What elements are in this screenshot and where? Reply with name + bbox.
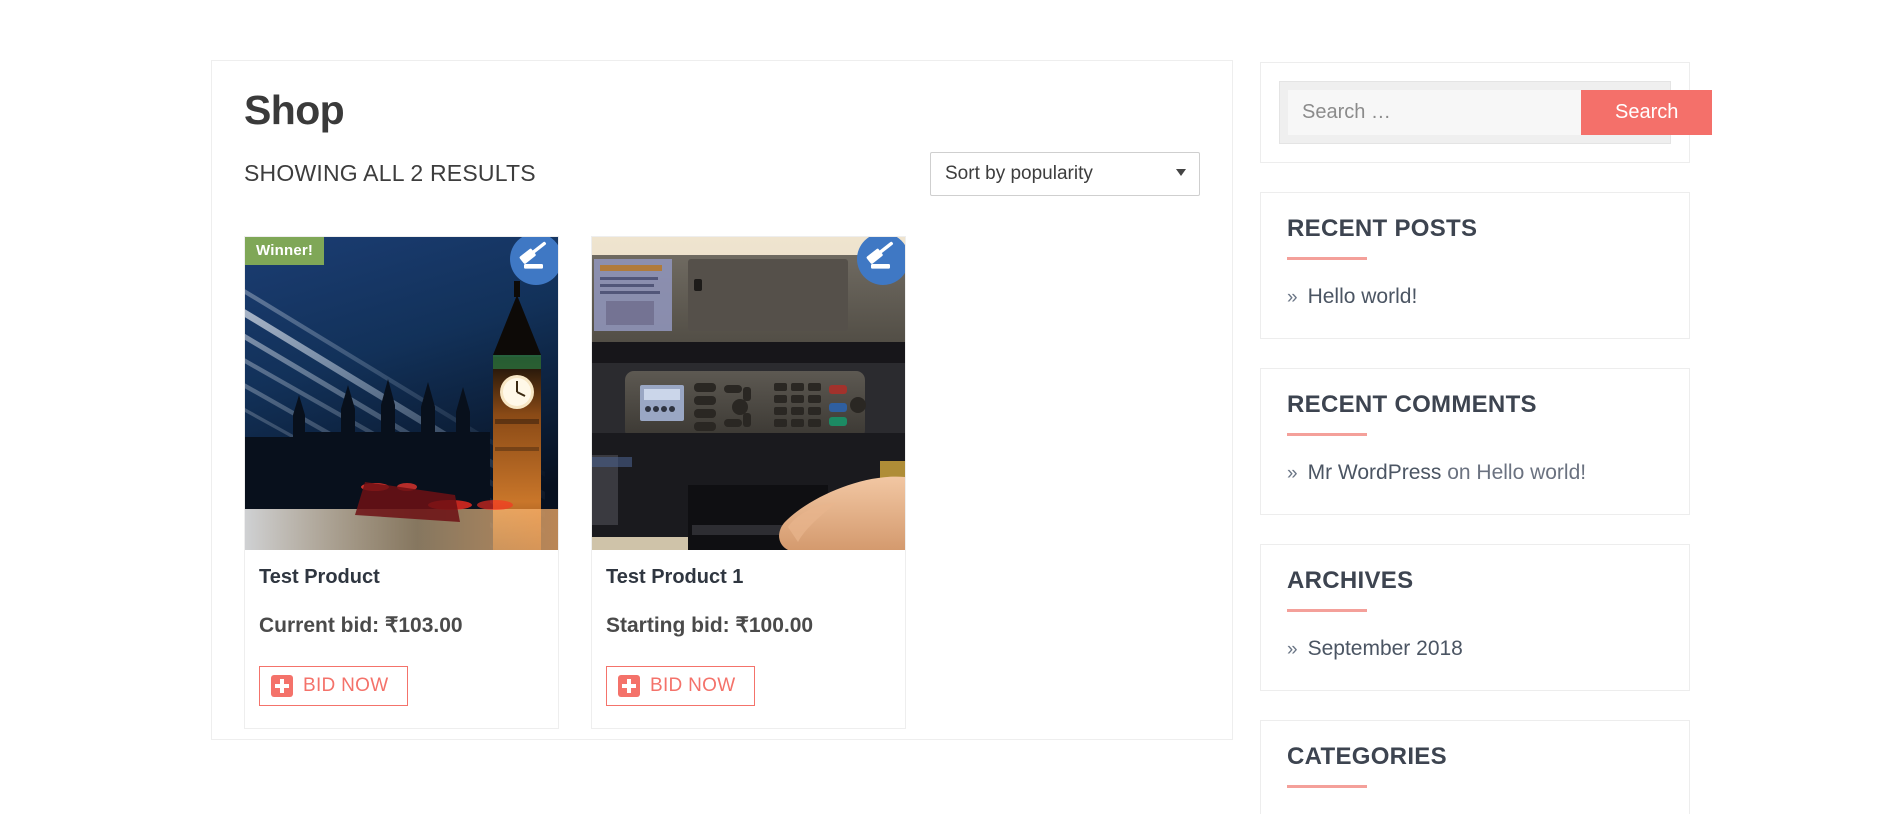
widget-title: RECENT POSTS: [1287, 215, 1478, 242]
sidebar: Search RECENT POSTS » Hello world! RECEN…: [1260, 62, 1713, 814]
bid-now-button[interactable]: BID NOW: [606, 666, 755, 707]
archive-link[interactable]: September 2018: [1308, 637, 1463, 661]
gavel-icon: [857, 237, 905, 286]
chevron-right-icon: »: [1287, 463, 1298, 484]
list-item[interactable]: » September 2018: [1287, 634, 1663, 664]
title-underline: [1287, 257, 1367, 260]
page-title: Shop: [244, 87, 345, 133]
plus-icon: [618, 675, 640, 698]
product-image-bigben: [245, 237, 558, 551]
recent-posts-widget: RECENT POSTS » Hello world!: [1260, 192, 1690, 339]
comment-target[interactable]: on Hello world!: [1441, 461, 1586, 484]
list-item[interactable]: » Hello world!: [1287, 282, 1663, 312]
search-widget: Search: [1260, 62, 1713, 163]
categories-widget: CATEGORIES » Uncategorized: [1260, 720, 1690, 814]
chevron-right-icon: »: [1287, 287, 1298, 308]
title-underline: [1287, 609, 1367, 612]
list-item[interactable]: » Mr WordPress on Hello world!: [1287, 458, 1663, 488]
main-content: Shop SHOWING ALL 2 RESULTS Sort by popul…: [211, 60, 1233, 740]
recent-comments-list: » Mr WordPress on Hello world!: [1287, 458, 1663, 488]
widget-title: CATEGORIES: [1287, 743, 1447, 770]
search-input[interactable]: [1288, 90, 1581, 135]
gavel-icon: [510, 237, 558, 286]
comment-author[interactable]: Mr WordPress: [1308, 461, 1442, 484]
widget-title: ARCHIVES: [1287, 567, 1414, 594]
title-underline: [1287, 433, 1367, 436]
search-form: Search: [1279, 81, 1713, 144]
product-card[interactable]: Winner! Test Product Current bid: ₹103.0…: [244, 236, 559, 730]
product-price: Starting bid: ₹100.00: [606, 614, 814, 638]
plus-icon: [271, 675, 293, 698]
product-image-printer: [592, 237, 905, 551]
title-underline: [1287, 785, 1367, 788]
widget-title: RECENT COMMENTS: [1287, 391, 1537, 418]
product-title[interactable]: Test Product: [259, 566, 544, 589]
product-body: Test Product 1 Starting bid: ₹100.00 BID…: [592, 550, 905, 707]
product-price: Current bid: ₹103.00: [259, 614, 463, 638]
product-card[interactable]: Test Product 1 Starting bid: ₹100.00 BID…: [591, 236, 906, 730]
categories-list: » Uncategorized: [1287, 810, 1663, 814]
list-item[interactable]: » Uncategorized: [1287, 810, 1663, 814]
recent-post-link[interactable]: Hello world!: [1308, 285, 1418, 309]
chevron-right-icon: »: [1287, 639, 1298, 660]
product-thumbnail[interactable]: Winner!: [245, 237, 558, 551]
archives-widget: ARCHIVES » September 2018: [1260, 544, 1690, 691]
product-title[interactable]: Test Product 1: [606, 566, 891, 589]
product-thumbnail[interactable]: [592, 237, 905, 551]
recent-comments-widget: RECENT COMMENTS » Mr WordPress on Hello …: [1260, 368, 1690, 515]
result-count: SHOWING ALL 2 RESULTS: [244, 160, 536, 187]
search-button[interactable]: Search: [1581, 90, 1713, 135]
bid-now-label: BID NOW: [303, 675, 389, 697]
bid-now-label: BID NOW: [650, 675, 736, 697]
product-body: Test Product Current bid: ₹103.00 BID NO…: [245, 550, 558, 707]
bid-now-button[interactable]: BID NOW: [259, 666, 408, 707]
product-grid: Winner! Test Product Current bid: ₹103.0…: [244, 236, 1200, 730]
comment-entry[interactable]: Mr WordPress on Hello world!: [1308, 461, 1587, 485]
recent-posts-list: » Hello world!: [1287, 282, 1663, 312]
results-toolbar: SHOWING ALL 2 RESULTS Sort by popularity: [244, 152, 1200, 224]
sort-select[interactable]: Sort by popularity: [930, 152, 1200, 197]
sort-dropdown-wrapper: Sort by popularity: [930, 152, 1200, 197]
shop-page: Shop SHOWING ALL 2 RESULTS Sort by popul…: [0, 0, 1898, 814]
archives-list: » September 2018: [1287, 634, 1663, 664]
winner-badge: Winner!: [245, 237, 325, 266]
